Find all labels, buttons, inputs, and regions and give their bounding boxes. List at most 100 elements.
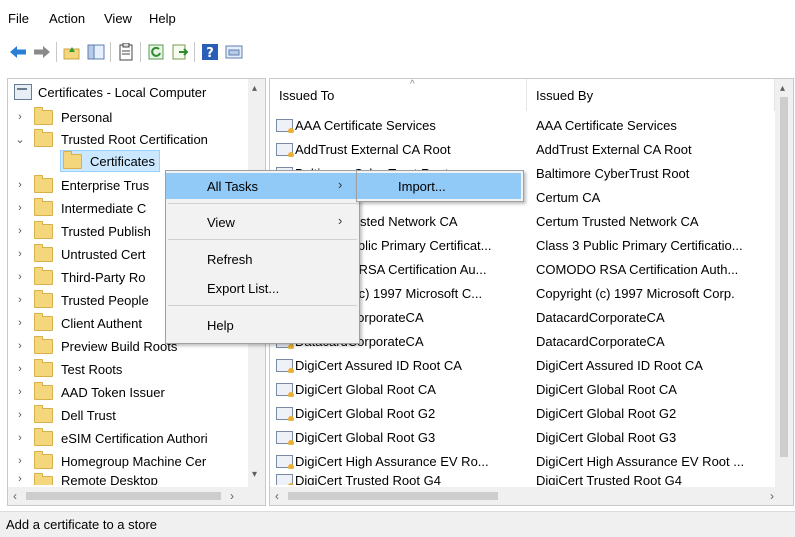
issued-by-cell: DatacardCorporateCA: [536, 309, 665, 325]
scroll-thumb[interactable]: [780, 97, 788, 457]
issued-to-text: AddTrust External CA Root: [295, 141, 451, 157]
tree-item-aad-token[interactable]: › AAD Token Issuer: [14, 381, 165, 403]
refresh-icon[interactable]: [146, 42, 166, 62]
table-row[interactable]: AddTrust External CA Root AddTrust Extern…: [270, 137, 775, 161]
menu-item-all-tasks[interactable]: All Tasks ›: [166, 173, 357, 199]
scroll-down-icon[interactable]: ▾: [252, 469, 257, 480]
tree-item-third-party[interactable]: › Third-Party Ro: [14, 266, 146, 288]
folder-icon: [34, 427, 53, 446]
tree-item-trusted-people[interactable]: › Trusted People: [14, 289, 149, 311]
show-hide-tree-icon[interactable]: [86, 42, 106, 62]
tree-item-preview-build-roots[interactable]: › Preview Build Roots: [14, 335, 177, 357]
tree-root-label: Certificates - Local Computer: [38, 84, 207, 100]
chevron-right-icon[interactable]: ›: [14, 386, 26, 398]
tree-item-dell-trust[interactable]: › Dell Trust: [14, 404, 116, 426]
tree-item-label: Dell Trust: [61, 407, 116, 423]
tree-item-trusted-root[interactable]: ⌄ Trusted Root Certification: [14, 128, 208, 150]
tree-item-enterprise-trust[interactable]: › Enterprise Trus: [14, 174, 149, 196]
scroll-right-icon[interactable]: ›: [770, 489, 774, 503]
back-icon[interactable]: [8, 42, 28, 62]
tree-item-label: Remote Desktop: [61, 473, 158, 485]
scroll-right-icon[interactable]: ›: [230, 489, 234, 503]
menu-item-label: Refresh: [207, 251, 253, 267]
issued-to-cell: DigiCert Trusted Root G4: [270, 473, 527, 485]
tree-item-label: Certificates: [90, 153, 156, 169]
sort-ascending-icon: ^: [410, 79, 415, 90]
scroll-up-icon[interactable]: ▴: [780, 83, 785, 94]
menu-action[interactable]: Action: [49, 11, 85, 26]
list-horizontal-scrollbar[interactable]: ‹ ›: [270, 487, 793, 505]
column-header-issued-by[interactable]: Issued By: [527, 79, 775, 111]
chevron-right-icon[interactable]: ›: [14, 225, 26, 237]
issued-by-cell: Copyright (c) 1997 Microsoft Corp.: [536, 285, 735, 301]
chevron-right-icon[interactable]: ›: [14, 179, 26, 191]
chevron-right-icon[interactable]: ›: [14, 473, 26, 485]
help-icon[interactable]: ?: [200, 42, 220, 62]
chevron-right-icon[interactable]: ›: [14, 317, 26, 329]
table-row[interactable]: DigiCert High Assurance EV Ro... DigiCert…: [270, 449, 775, 473]
column-header-issued-to[interactable]: Issued To ^: [270, 79, 527, 111]
chevron-right-icon[interactable]: ›: [14, 294, 26, 306]
chevron-right-icon[interactable]: ›: [14, 363, 26, 375]
chevron-right-icon[interactable]: ›: [14, 409, 26, 421]
menu-view[interactable]: View: [104, 11, 132, 26]
folder-icon: [34, 312, 53, 331]
menu-separator: [168, 203, 357, 204]
chevron-right-icon[interactable]: ›: [14, 111, 26, 123]
chevron-right-icon[interactable]: ›: [14, 432, 26, 444]
table-row[interactable]: DigiCert Trusted Root G4 DigiCert Trusted…: [270, 473, 775, 485]
tree-root[interactable]: Certificates - Local Computer: [8, 81, 206, 103]
tree-horizontal-scrollbar[interactable]: ‹ ›: [8, 487, 265, 505]
properties-icon[interactable]: [116, 42, 136, 62]
table-row[interactable]: DigiCert Global Root G3 DigiCert Global R…: [270, 425, 775, 449]
tree-item-untrusted[interactable]: › Untrusted Cert: [14, 243, 146, 265]
scroll-left-icon[interactable]: ‹: [13, 489, 17, 503]
chevron-right-icon[interactable]: ›: [14, 340, 26, 352]
tree-item-client-auth[interactable]: › Client Authent: [14, 312, 142, 334]
menu-item-label: View: [207, 214, 235, 230]
tree-item-certificates-selected[interactable]: Certificates: [60, 150, 161, 172]
scroll-thumb[interactable]: [288, 492, 498, 500]
tree-item-label: eSIM Certification Authori: [61, 430, 208, 446]
menu-help[interactable]: Help: [149, 11, 176, 26]
table-row[interactable]: DigiCert Assured ID Root CA DigiCert Assu…: [270, 353, 775, 377]
tree-item-trusted-publishers[interactable]: › Trusted Publish: [14, 220, 151, 242]
export-list-icon[interactable]: [170, 42, 190, 62]
tree-item-test-roots[interactable]: › Test Roots: [14, 358, 122, 380]
folder-icon: [34, 174, 53, 193]
column-label: Issued To: [279, 87, 335, 103]
svg-text:?: ?: [206, 46, 214, 61]
issued-by-cell: DigiCert Assured ID Root CA: [536, 357, 703, 373]
table-row[interactable]: DigiCert Global Root G2 DigiCert Global R…: [270, 401, 775, 425]
forward-icon[interactable]: [32, 42, 52, 62]
scroll-left-icon[interactable]: ‹: [275, 489, 279, 503]
issued-by-cell: Baltimore CyberTrust Root: [536, 165, 690, 181]
menu-item-export-list[interactable]: Export List...: [166, 275, 357, 301]
menu-item-help[interactable]: Help: [166, 312, 357, 338]
menu-item-import[interactable]: Import...: [357, 173, 521, 199]
console-tree-icon[interactable]: [224, 42, 244, 62]
menu-item-refresh[interactable]: Refresh: [166, 246, 357, 272]
issued-to-cell: AAA Certificate Services: [270, 118, 527, 133]
computer-store-icon: [14, 84, 32, 100]
menu-file[interactable]: File: [8, 11, 29, 26]
chevron-right-icon[interactable]: ›: [14, 455, 26, 467]
tree-item-label: Trusted Root Certification: [61, 131, 208, 147]
tree-item-remote-desktop[interactable]: › Remote Desktop: [14, 473, 158, 485]
tree-item-esim[interactable]: › eSIM Certification Authori: [14, 427, 208, 449]
tree-item-homegroup[interactable]: › Homegroup Machine Cer: [14, 450, 206, 472]
tree-item-intermediate[interactable]: › Intermediate C: [14, 197, 146, 219]
chevron-right-icon[interactable]: ›: [14, 202, 26, 214]
chevron-right-icon[interactable]: ›: [14, 271, 26, 283]
scroll-up-icon[interactable]: ▴: [252, 83, 257, 94]
scroll-thumb[interactable]: [26, 492, 221, 500]
chevron-right-icon[interactable]: ›: [14, 248, 26, 260]
tree-item-label: Trusted Publish: [61, 223, 151, 239]
chevron-down-icon[interactable]: ⌄: [14, 133, 26, 146]
up-folder-icon[interactable]: [62, 42, 82, 62]
tree-item-personal[interactable]: › Personal: [14, 106, 112, 128]
list-vertical-scrollbar[interactable]: ▴: [775, 79, 793, 487]
menu-item-view[interactable]: View ›: [166, 209, 357, 235]
table-row[interactable]: DigiCert Global Root CA DigiCert Global R…: [270, 377, 775, 401]
table-row[interactable]: AAA Certificate Services AAA Certificate …: [270, 113, 775, 137]
